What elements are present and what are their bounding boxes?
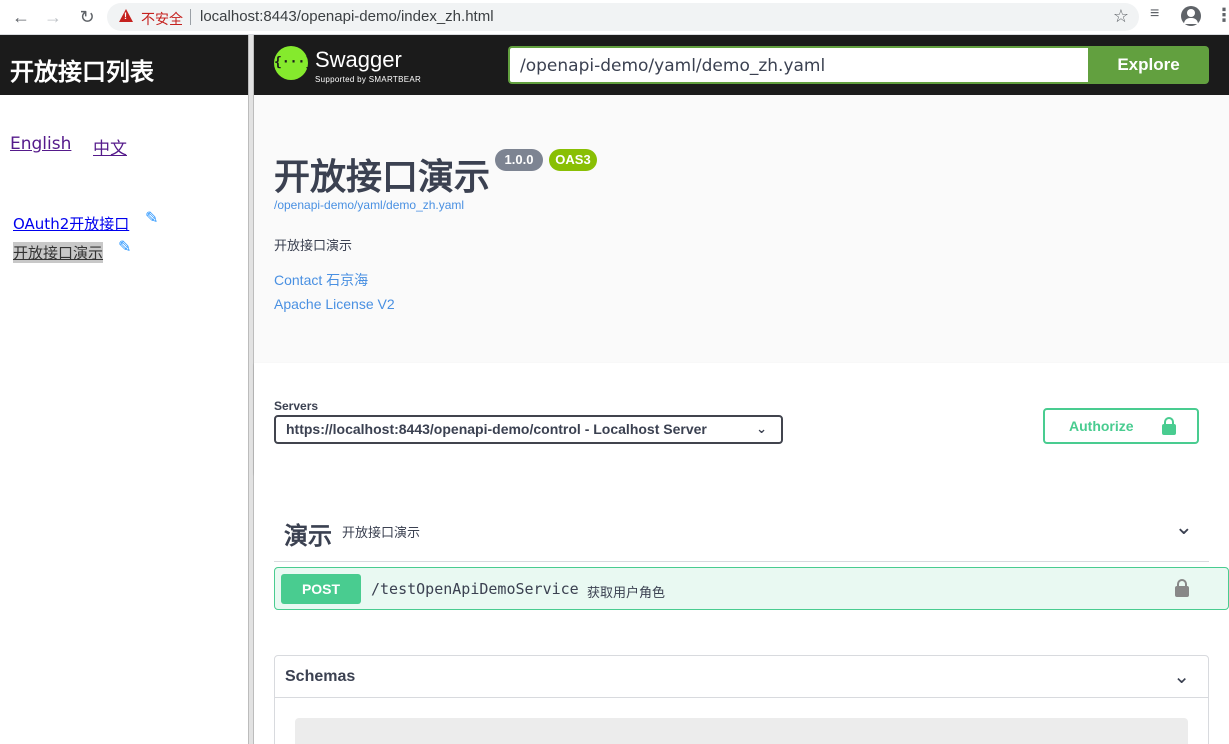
- warning-icon[interactable]: [119, 9, 133, 22]
- api-link-oauth2[interactable]: OAuth2开放接口: [13, 213, 129, 234]
- schemas-title: Schemas: [285, 668, 356, 685]
- schemas-section: Schemas ⌄: [274, 655, 1209, 744]
- api-title: 开放接口演示: [274, 157, 491, 198]
- api-info-section: 开放接口演示 1.0.0 OAS3 /openapi-demo/yaml/dem…: [254, 95, 1229, 363]
- chevron-down-icon[interactable]: ⌄: [1175, 514, 1193, 540]
- swagger-logo-icon[interactable]: {···}: [274, 46, 313, 80]
- reload-icon[interactable]: ↻: [76, 6, 98, 28]
- servers-label: Servers: [274, 399, 319, 413]
- sidebar-title: 开放接口列表: [10, 59, 154, 86]
- explore-button[interactable]: Explore: [1088, 46, 1209, 84]
- edit-icon[interactable]: ✎: [145, 208, 158, 228]
- api-description: 开放接口演示: [274, 238, 353, 253]
- scheme-container: Servers https://localhost:8443/openapi-d…: [254, 363, 1229, 474]
- oas-badge: OAS3: [549, 149, 597, 171]
- spec-url-link[interactable]: /openapi-demo/yaml/demo_zh.yaml: [274, 198, 464, 212]
- swagger-topbar: {···} Swagger Supported by SMARTBEAR /op…: [254, 35, 1229, 95]
- api-list-sidebar: 开放接口列表 English 中文 OAuth2开放接口 ✎ 开放接口演示 ✎: [0, 35, 248, 744]
- forward-arrow-icon[interactable]: →: [42, 6, 64, 28]
- sidebar-header: 开放接口列表: [0, 35, 248, 95]
- method-badge: POST: [281, 574, 361, 604]
- security-label[interactable]: 不安全: [141, 9, 183, 29]
- operation-path: /testOpenApiDemoService: [371, 580, 579, 598]
- contact-link[interactable]: Contact 石京海: [274, 270, 368, 290]
- operations-section: 演示 开放接口演示 ⌄ POST /testOpenApiDemoService…: [254, 474, 1229, 744]
- api-link-demo[interactable]: 开放接口演示: [13, 242, 104, 263]
- tag-name[interactable]: 演示: [284, 516, 332, 551]
- profile-icon[interactable]: [1181, 6, 1201, 26]
- edit-icon[interactable]: ✎: [118, 237, 131, 257]
- schema-model-container[interactable]: [295, 718, 1188, 744]
- license-link[interactable]: Apache License V2: [274, 296, 395, 312]
- language-link-english[interactable]: English: [10, 134, 71, 154]
- version-badge: 1.0.0: [495, 149, 543, 171]
- swagger-logo-name[interactable]: Swagger: [315, 47, 402, 73]
- servers-selected-value: https://localhost:8443/openapi-demo/cont…: [286, 421, 707, 437]
- browser-toolbar: ← → ↻ 不安全 localhost:8443/openapi-demo/in…: [0, 0, 1229, 35]
- back-arrow-icon[interactable]: ←: [10, 6, 32, 28]
- url-text[interactable]: localhost:8443/openapi-demo/index_zh.htm…: [200, 8, 494, 25]
- address-bar[interactable]: 不安全 localhost:8443/openapi-demo/index_zh…: [107, 3, 1139, 31]
- authorize-button[interactable]: Authorize: [1043, 408, 1199, 444]
- kebab-menu-icon[interactable]: ⋮: [1215, 5, 1229, 26]
- unlocked-icon: [1162, 417, 1176, 435]
- operation-summary: 获取用户角色: [587, 585, 666, 600]
- servers-select[interactable]: https://localhost:8443/openapi-demo/cont…: [274, 415, 783, 444]
- bookmark-star-icon[interactable]: ☆: [1113, 6, 1129, 27]
- tag-header[interactable]: 演示 开放接口演示 ⌄: [274, 504, 1209, 562]
- chevron-down-icon: ⌄: [756, 421, 767, 436]
- spec-url-input[interactable]: /openapi-demo/yaml/demo_zh.yaml: [508, 46, 1088, 84]
- media-queue-icon[interactable]: ≡: [1150, 5, 1159, 23]
- language-link-chinese[interactable]: 中文: [93, 134, 127, 159]
- authorize-label: Authorize: [1069, 418, 1134, 434]
- lock-icon[interactable]: [1175, 579, 1189, 597]
- chevron-down-icon[interactable]: ⌄: [1173, 664, 1190, 689]
- tag-description: 开放接口演示: [342, 525, 421, 540]
- url-divider: [190, 9, 191, 25]
- operation-post[interactable]: POST /testOpenApiDemoService 获取用户角色: [274, 567, 1229, 610]
- schemas-header[interactable]: Schemas ⌄: [275, 656, 1208, 698]
- swagger-logo-subtitle: Supported by SMARTBEAR: [315, 75, 422, 84]
